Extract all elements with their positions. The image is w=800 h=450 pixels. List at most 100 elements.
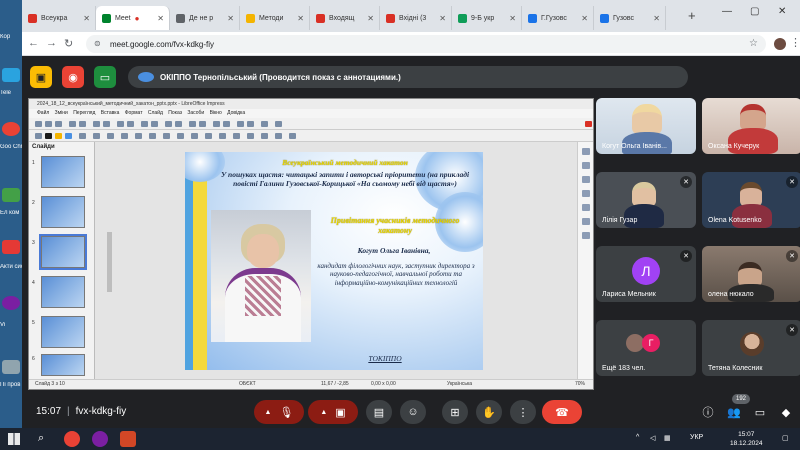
maximize-button[interactable]: ▢ <box>750 6 759 17</box>
chrome-taskbar-icon[interactable] <box>64 431 80 447</box>
tab[interactable]: Де не р ✕ <box>170 6 240 30</box>
slide-thumbnail[interactable] <box>41 354 85 376</box>
animation-icon[interactable] <box>582 204 590 211</box>
slide-thumbnail[interactable] <box>41 196 85 228</box>
present-screen-icon[interactable]: ▭ <box>94 66 116 88</box>
tab[interactable]: 9-Б укр ✕ <box>452 6 522 30</box>
tray-chevron-icon[interactable]: ^ <box>636 434 639 441</box>
slide-thumbnail[interactable] <box>41 156 85 188</box>
vertical-scrollbar[interactable] <box>107 232 112 292</box>
participant-tile[interactable]: ✕ Olena Kotusenko <box>702 172 800 228</box>
close-icon[interactable]: ✕ <box>653 14 660 23</box>
raise-hand-button[interactable]: ✋ <box>476 400 502 424</box>
site-info-icon[interactable]: ⊜ <box>94 39 101 48</box>
chrome-icon[interactable] <box>2 122 20 136</box>
telegram-icon[interactable] <box>2 68 20 82</box>
captions-button[interactable]: ▤ <box>366 400 392 424</box>
viber-icon[interactable] <box>2 296 20 310</box>
chevron-up-icon[interactable]: ▲ <box>265 409 272 416</box>
toolbar-icon <box>149 133 156 139</box>
reactions-button[interactable]: ☺ <box>400 400 426 424</box>
url-field[interactable]: ⊜ meet.google.com/fvx-kdkg-fiy ☆ <box>86 35 766 53</box>
activities-button[interactable]: ◆ <box>776 400 796 424</box>
speaker-photo <box>211 210 311 342</box>
toolbar-icon <box>189 121 196 127</box>
leave-call-button[interactable]: ☎ <box>542 400 582 424</box>
close-icon[interactable]: ✕ <box>83 14 90 23</box>
close-icon[interactable]: ✕ <box>509 14 516 23</box>
participant-tile[interactable]: ✕ олена нюкало <box>702 246 800 302</box>
slide-thumbnail-selected[interactable] <box>39 234 87 270</box>
close-icon[interactable]: ✕ <box>227 14 234 23</box>
tab[interactable]: Гузовс ✕ <box>594 6 666 30</box>
reload-icon[interactable]: ↻ <box>64 37 73 50</box>
search-icon[interactable]: ⌕ <box>38 432 44 445</box>
close-doc-icon[interactable] <box>585 121 592 127</box>
present-button[interactable]: ⊞ <box>442 400 468 424</box>
info-button[interactable]: ⓘ <box>698 400 718 424</box>
master-slides-icon[interactable] <box>582 232 590 239</box>
participant-tile[interactable]: ✕ Тетяна Колесник <box>702 320 800 376</box>
chat-button[interactable]: ▭ <box>750 400 770 424</box>
participant-tile[interactable]: Когут Ольга Іванів... <box>596 98 696 154</box>
close-icon[interactable]: ✕ <box>157 14 164 23</box>
close-icon[interactable]: ✕ <box>581 14 588 23</box>
mic-toggle-button[interactable]: ▲ 🎙 <box>254 400 304 424</box>
navigator-icon[interactable] <box>582 190 590 197</box>
activation-icon[interactable] <box>2 240 20 254</box>
styles-icon[interactable] <box>582 162 590 169</box>
close-icon[interactable]: ✕ <box>367 14 374 23</box>
tab[interactable]: Всеукра ✕ <box>22 6 96 30</box>
network-icon[interactable]: ▦ <box>664 434 671 442</box>
start-icon[interactable] <box>8 433 20 445</box>
notification-icon[interactable]: ▢ <box>782 434 789 442</box>
e-cabinet-icon[interactable] <box>2 188 20 202</box>
new-tab-button[interactable]: + <box>688 8 696 23</box>
participant-name: Оксана Кучерук <box>708 143 760 150</box>
tab[interactable]: Входящ ✕ <box>310 6 380 30</box>
tab-active[interactable]: Meet ● ✕ <box>96 6 170 30</box>
viber-taskbar-icon[interactable] <box>92 431 108 447</box>
close-icon[interactable]: ✕ <box>297 14 304 23</box>
powerpoint-taskbar-icon[interactable] <box>120 431 136 447</box>
tab[interactable]: Методи ✕ <box>240 6 310 30</box>
taskbar-clock[interactable]: 15:07 18.12.2024 <box>730 430 763 448</box>
participant-name: Лілія Гузар <box>602 217 638 224</box>
chevron-up-icon[interactable]: ▲ <box>320 409 327 416</box>
tab[interactable]: Г.Гузовс ✕ <box>522 6 594 30</box>
gallery-icon[interactable] <box>582 176 590 183</box>
explorer-icon[interactable] <box>2 360 20 374</box>
more-options-button[interactable]: ⋮ <box>510 400 536 424</box>
keyboard-language[interactable]: УКР <box>690 434 703 441</box>
stop-screen-annotation-icon[interactable]: ▣ <box>30 66 52 88</box>
menu-icon[interactable]: ⋮ <box>790 36 800 49</box>
meeting-time: 15:07 | fvx-kdkg-fiy <box>36 406 127 417</box>
mic-off-icon: ✕ <box>680 250 692 262</box>
desktop-label: Ел ком <box>0 210 20 216</box>
camera-toggle-button[interactable]: ▲ ▣ <box>308 400 358 424</box>
participant-tile[interactable]: Л ✕ Лариса Мельник <box>596 246 696 302</box>
record-icon[interactable]: ◉ <box>62 66 84 88</box>
close-icon[interactable]: ✕ <box>439 14 446 23</box>
participant-tile[interactable]: ✕ Лілія Гузар <box>596 172 696 228</box>
people-button[interactable]: 👥 <box>724 400 744 424</box>
participant-tile[interactable]: Оксана Кучерук <box>702 98 800 154</box>
back-icon[interactable]: ← <box>28 37 39 49</box>
toolbar-icon <box>107 133 114 139</box>
forward-icon[interactable]: → <box>46 37 57 49</box>
close-window-button[interactable]: ✕ <box>778 6 786 17</box>
minimize-button[interactable]: — <box>722 6 732 17</box>
speaker-icon[interactable]: ◁ <box>650 434 655 442</box>
slide-thumbnail[interactable] <box>41 276 85 308</box>
avatar[interactable] <box>774 38 786 50</box>
tab[interactable]: Вхідні (3 ✕ <box>380 6 452 30</box>
toolbar-icon <box>45 121 52 127</box>
more-participants-tile[interactable]: Г Ещё 183 чел. <box>596 320 696 376</box>
bookmark-star-icon[interactable]: ☆ <box>749 38 758 49</box>
toolbar-icon <box>121 133 128 139</box>
transition-icon[interactable] <box>582 218 590 225</box>
properties-icon[interactable] <box>582 148 590 155</box>
toolbar-icon <box>275 121 282 127</box>
slide-thumbnail[interactable] <box>41 316 85 348</box>
status-size: 0,00 x 0,00 <box>371 381 396 387</box>
